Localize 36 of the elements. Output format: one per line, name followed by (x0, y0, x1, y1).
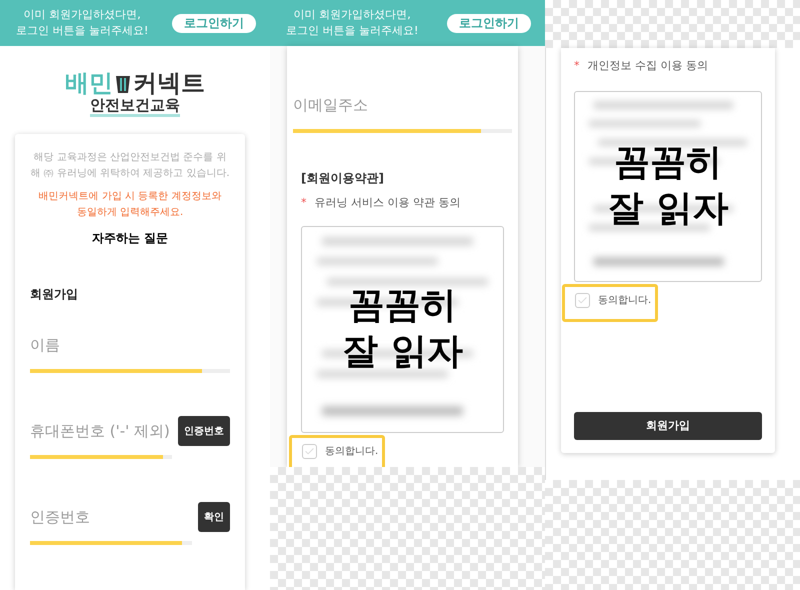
required-mark: * (574, 58, 580, 74)
notice-text: 해당 교육과정은 산업안전보건법 준수를 위해 ㈜ 유러닝에 위탁하여 제공하고 있습니다. (30, 151, 230, 181)
terms-title: [회원이용약관] (301, 170, 385, 187)
terms-label: 유러닝 서비스 이용 약관 동의 (314, 195, 460, 211)
warning-text: 배민커넥트에 가입 시 등록한 계정정보와 (38, 190, 222, 204)
agree-checkbox[interactable] (302, 444, 317, 458)
overlay-text: 잘 읽자 (342, 330, 463, 374)
agree-label: 동의합니다. (598, 294, 652, 308)
warning-text: 동일하게 입력해주세요. (76, 206, 184, 220)
banner-text: 로그인 버튼을 눌러주세요! (286, 23, 418, 39)
agree-label: 동의합니다. (325, 444, 378, 458)
section-title: 회원가입 (30, 286, 79, 303)
overlay-text: 잘 읽자 (608, 187, 728, 231)
logo-text: 배민 (65, 70, 113, 96)
input-field[interactable]: 휴대폰번호 ('-' 제외) (30, 411, 172, 459)
overlay-text: 꼼꼼히 (348, 284, 456, 328)
input-field[interactable]: 이메일주소 (293, 85, 512, 133)
login-button[interactable]: 로그인하기 (447, 14, 531, 32)
overlay-text: 꼼꼼히 (614, 141, 722, 185)
logo-subtitle: 안전보건교육 (90, 96, 180, 116)
signup-button[interactable]: 회원가입 (574, 412, 762, 440)
banner-text: 이미 회원가입하셨다면, (294, 7, 411, 23)
field-button[interactable]: 인증번호 (178, 416, 230, 446)
terms-label: 개인정보 수집 이용 동의 (588, 58, 708, 74)
check-icon (577, 294, 588, 306)
faq-link[interactable]: 자주하는 질문 (92, 229, 168, 247)
input-field[interactable]: 인증번호 (30, 497, 192, 545)
input-field[interactable]: 이름 (30, 325, 230, 373)
banner-text: 이미 회원가입하셨다면, (24, 7, 141, 23)
banner-text: 로그인 버튼을 눌러주세요! (16, 23, 148, 39)
agree-checkbox[interactable] (575, 292, 590, 308)
login-button[interactable]: 로그인하기 (172, 14, 256, 32)
logo-text: 커넥트 (133, 70, 205, 96)
field-button[interactable]: 확인 (198, 502, 230, 532)
check-icon (304, 446, 315, 456)
required-mark: * (301, 195, 306, 211)
